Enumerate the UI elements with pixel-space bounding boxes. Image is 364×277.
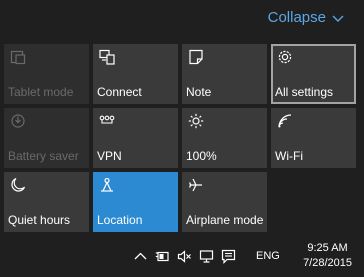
collapse-button[interactable]: Collapse <box>268 9 344 26</box>
gear-icon <box>277 49 293 65</box>
collapse-label: Collapse <box>267 9 326 26</box>
clock-date: 7/28/2015 <box>303 257 352 269</box>
tile-label: Note <box>186 85 212 99</box>
tile-label: All settings <box>275 85 334 99</box>
language-indicator[interactable]: ENG <box>256 250 280 262</box>
airplane-icon <box>188 177 204 193</box>
tile-brightness[interactable]: 100% <box>182 108 267 168</box>
chevron-up-icon[interactable] <box>133 249 148 264</box>
clock[interactable]: 9:25 AM 7/28/2015 <box>303 241 352 271</box>
tile-vpn[interactable]: VPN <box>93 108 178 168</box>
tile-label: VPN <box>97 149 122 163</box>
tile-wifi[interactable]: Wi-Fi <box>271 108 356 168</box>
taskbar: ENG 9:25 AM 7/28/2015 <box>0 237 364 277</box>
brightness-icon <box>188 113 204 129</box>
wifi-icon <box>277 113 293 129</box>
tile-tablet-mode[interactable]: Tablet mode <box>4 44 89 104</box>
tile-battery-saver[interactable]: Battery saver <box>4 108 89 168</box>
note-icon <box>188 49 204 65</box>
tile-quiet-hours[interactable]: Quiet hours <box>4 172 89 232</box>
volume-muted-icon[interactable] <box>177 249 192 264</box>
quick-actions-grid: Tablet mode Connect Note All settings Ba… <box>4 44 356 232</box>
tile-label: Airplane mode <box>186 213 264 227</box>
network-icon[interactable] <box>199 249 214 264</box>
location-icon <box>99 177 115 193</box>
action-center-icon[interactable] <box>221 249 236 264</box>
tile-connect[interactable]: Connect <box>93 44 178 104</box>
clock-time: 9:25 AM <box>307 242 348 254</box>
chevron-down-icon <box>332 15 344 22</box>
tile-label: 100% <box>186 149 217 163</box>
tile-airplane-mode[interactable]: Airplane mode <box>182 172 267 232</box>
tile-label: Battery saver <box>8 149 79 163</box>
tile-label: Quiet hours <box>8 213 71 227</box>
system-tray <box>133 249 236 264</box>
battery-saver-icon <box>10 113 26 129</box>
battery-icon[interactable] <box>155 249 170 264</box>
tablet-mode-icon <box>10 49 26 65</box>
tile-note[interactable]: Note <box>182 44 267 104</box>
tile-location[interactable]: Location <box>93 172 178 232</box>
tile-label: Wi-Fi <box>275 149 303 163</box>
moon-icon <box>10 177 26 193</box>
vpn-icon <box>99 113 115 129</box>
tile-label: Tablet mode <box>8 85 74 99</box>
tile-label: Connect <box>97 85 142 99</box>
tile-label: Location <box>97 213 143 227</box>
tile-all-settings[interactable]: All settings <box>271 44 356 104</box>
connect-icon <box>99 49 115 65</box>
